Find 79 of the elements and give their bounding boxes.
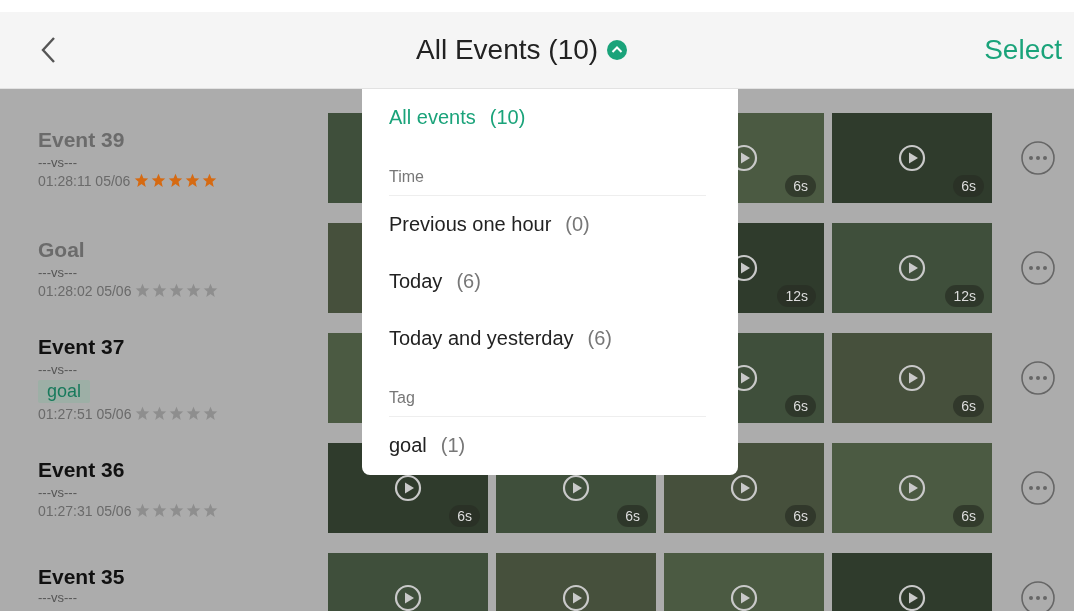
video-thumbnail[interactable]: 6s xyxy=(832,443,992,533)
event-title: Event 35 xyxy=(38,565,125,589)
video-thumbnail[interactable]: 6s xyxy=(832,333,992,423)
replay-icon xyxy=(897,253,927,283)
duration-badge: 12s xyxy=(777,285,816,307)
section-header: Tag xyxy=(389,367,706,417)
replay-icon xyxy=(729,473,759,503)
more-button[interactable] xyxy=(1020,360,1056,396)
star-icon xyxy=(186,406,202,421)
replay-icon xyxy=(393,473,423,503)
event-time: 01:27:51 05/06 xyxy=(38,405,132,422)
star-icon xyxy=(135,503,151,518)
duration-badge: 12s xyxy=(945,285,984,307)
star-rating[interactable] xyxy=(134,173,218,188)
duration-badge: 6s xyxy=(953,505,984,527)
star-icon xyxy=(185,173,201,188)
event-title: Event 36 xyxy=(38,457,125,482)
more-button[interactable] xyxy=(1020,140,1056,176)
more-icon xyxy=(1020,580,1056,611)
more-button[interactable] xyxy=(1020,470,1056,506)
star-icon xyxy=(169,283,185,298)
duration-badge: 6s xyxy=(617,505,648,527)
event-teams: ---vs--- xyxy=(38,590,77,605)
more-icon xyxy=(1020,250,1056,286)
duration-badge: 6s xyxy=(449,505,480,527)
star-rating[interactable] xyxy=(135,406,219,421)
star-icon xyxy=(169,406,185,421)
collapse-icon[interactable] xyxy=(606,39,629,61)
star-rating[interactable] xyxy=(135,283,219,298)
replay-icon xyxy=(393,583,423,611)
more-icon xyxy=(1020,360,1056,396)
replay-icon xyxy=(729,583,759,611)
replay-icon xyxy=(561,583,591,611)
duration-badge: 6s xyxy=(953,395,984,417)
star-icon xyxy=(135,283,151,298)
more-icon xyxy=(1020,140,1056,176)
duration-badge: 6s xyxy=(785,175,816,197)
event-tag: goal xyxy=(38,379,91,403)
event-teams: ---vs--- xyxy=(38,264,77,280)
star-icon xyxy=(203,406,219,421)
event-title: Event 39 xyxy=(38,127,125,152)
star-icon xyxy=(168,173,184,188)
star-icon xyxy=(135,406,151,421)
event-time: 01:28:02 05/06 xyxy=(38,282,132,299)
star-icon xyxy=(169,503,185,518)
video-thumbnail[interactable]: 12s xyxy=(832,223,992,313)
star-rating[interactable] xyxy=(135,503,219,518)
replay-icon xyxy=(897,363,927,393)
more-icon xyxy=(1020,470,1056,506)
event-title: Event 37 xyxy=(38,334,125,359)
back-icon xyxy=(40,36,56,64)
event-teams: ---vs--- xyxy=(38,484,77,500)
replay-icon xyxy=(897,583,927,611)
star-icon xyxy=(203,503,219,518)
star-icon xyxy=(152,503,168,518)
video-thumbnail[interactable]: 6s xyxy=(832,113,992,203)
star-icon xyxy=(152,283,168,298)
star-icon xyxy=(151,173,167,188)
replay-icon xyxy=(897,473,927,503)
star-icon xyxy=(203,283,219,298)
event-time: 01:27:31 05/06 xyxy=(38,502,132,519)
event-title: Goal xyxy=(38,237,85,262)
star-icon xyxy=(202,173,218,188)
more-button[interactable] xyxy=(1020,250,1056,286)
filter-title-button[interactable]: All Events (10) xyxy=(416,34,599,66)
star-icon xyxy=(186,503,202,518)
more-button[interactable] xyxy=(1020,580,1056,611)
duration-badge: 6s xyxy=(953,175,984,197)
event-teams: ---vs--- xyxy=(38,154,77,170)
star-icon xyxy=(186,283,202,298)
duration-badge: 6s xyxy=(785,395,816,417)
replay-icon xyxy=(561,473,591,503)
section-header: Time xyxy=(389,146,706,196)
event-time: 01:28:11 05/06 xyxy=(38,172,131,189)
star-icon xyxy=(152,406,168,421)
replay-icon xyxy=(897,143,927,173)
duration-badge: 6s xyxy=(785,505,816,527)
star-icon xyxy=(134,173,150,188)
event-teams: ---vs--- xyxy=(38,361,77,377)
